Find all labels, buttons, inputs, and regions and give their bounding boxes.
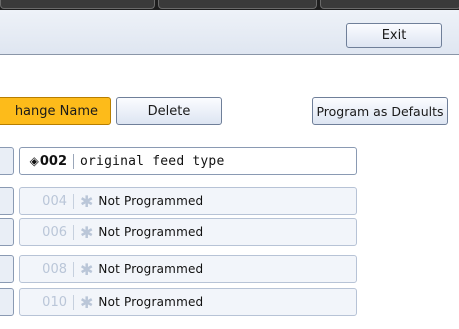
program-row-left-partial[interactable] (0, 147, 14, 175)
diamond-arrow-icon: ◈ (29, 153, 39, 168)
delete-button[interactable]: Delete (116, 97, 222, 125)
program-number: 008 (42, 261, 67, 277)
program-row-010[interactable]: 010 ✱ Not Programmed (19, 288, 357, 316)
program-as-defaults-button[interactable]: Program as Defaults (312, 97, 448, 125)
separator (73, 153, 74, 169)
top-tab[interactable] (0, 0, 155, 9)
program-number: 006 (42, 224, 67, 240)
program-row-left-partial[interactable] (0, 218, 14, 246)
program-number: 010 (42, 294, 67, 310)
exit-button[interactable]: Exit (346, 23, 442, 48)
asterisk-icon: ✱ (80, 259, 94, 279)
top-tab[interactable] (320, 0, 459, 9)
program-name: original feed type (80, 153, 225, 169)
program-name: Not Programmed (98, 194, 204, 208)
top-tab-strip (0, 0, 459, 10)
program-row-008[interactable]: 008 ✱ Not Programmed (19, 255, 357, 283)
top-tab[interactable] (158, 0, 317, 9)
program-row-left-partial[interactable] (0, 255, 14, 283)
program-number: ◈002 (29, 153, 67, 169)
program-number: 004 (42, 193, 67, 209)
program-row-004[interactable]: 004 ✱ Not Programmed (19, 187, 357, 215)
separator (73, 261, 74, 277)
program-row-left-partial[interactable] (0, 187, 14, 215)
separator (73, 193, 74, 209)
asterisk-icon: ✱ (80, 292, 94, 312)
separator (73, 294, 74, 310)
program-row-002[interactable]: ◈002 original feed type (19, 147, 357, 175)
separator (73, 224, 74, 240)
change-name-button[interactable]: hange Name (0, 97, 111, 125)
program-row-006[interactable]: 006 ✱ Not Programmed (19, 218, 357, 246)
program-name: Not Programmed (98, 295, 204, 309)
program-name: Not Programmed (98, 225, 204, 239)
asterisk-icon: ✱ (80, 222, 94, 242)
program-row-left-partial[interactable] (0, 288, 14, 316)
asterisk-icon: ✱ (80, 191, 94, 211)
program-name: Not Programmed (98, 262, 204, 276)
